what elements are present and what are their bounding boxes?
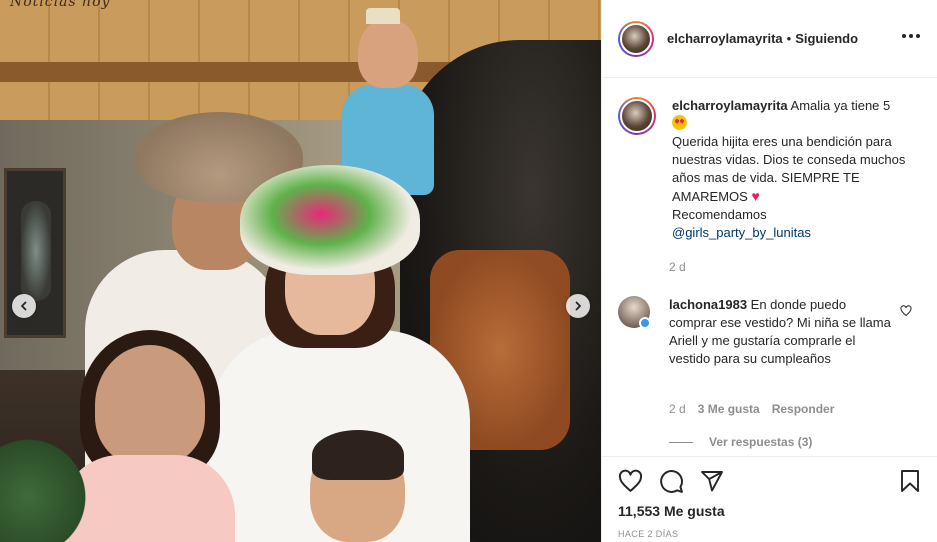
photo-girl-head xyxy=(95,345,205,465)
comment-like-button[interactable] xyxy=(900,304,912,322)
caption-mention-link[interactable]: @girls_party_by_lunitas xyxy=(672,225,811,240)
comments-section[interactable]: elcharroylamayrita Amalia ya tiene 5 Que… xyxy=(602,79,937,456)
red-heart-emoji-icon: ♥ xyxy=(751,188,760,204)
comment-item: lachona1983 En donde puedo comprar ese v… xyxy=(618,296,928,368)
photo-boy-hair xyxy=(312,430,404,480)
bookmark-icon xyxy=(901,470,919,492)
comment-icon xyxy=(659,469,683,493)
caption-recommend: Recomendamos xyxy=(672,207,767,222)
photo-girl-on-horse-head xyxy=(358,18,418,88)
more-horizontal-icon[interactable] xyxy=(902,34,920,38)
caption-text: elcharroylamayrita Amalia ya tiene 5 Que… xyxy=(672,97,922,242)
post-header: elcharroylamayrita • Siguiendo xyxy=(602,0,937,78)
comment-button[interactable] xyxy=(657,467,685,495)
view-replies-button[interactable]: Ver respuestas (3) xyxy=(669,435,812,449)
photo-crown xyxy=(366,8,400,24)
commenter-username-link[interactable]: lachona1983 xyxy=(669,297,747,312)
caption-timestamp[interactable]: 2 d xyxy=(669,260,686,274)
previous-photo-button[interactable] xyxy=(12,294,36,318)
post-timestamp[interactable]: HACE 2 DÍAS xyxy=(618,529,678,539)
caption-body: Querida hijita eres una bendición para n… xyxy=(672,134,906,204)
likes-count[interactable]: 11,553 Me gusta xyxy=(618,503,725,519)
author-username-link[interactable]: elcharroylamayrita xyxy=(667,31,783,46)
caption-username-link[interactable]: elcharroylamayrita xyxy=(672,98,788,113)
post-actions: 11,553 Me gusta HACE 2 DÍAS xyxy=(602,456,937,542)
author-avatar[interactable] xyxy=(618,20,654,57)
post-side-panel: elcharroylamayrita • Siguiendo elcharroy… xyxy=(601,0,937,542)
comment-text: lachona1983 En donde puedo comprar ese v… xyxy=(669,296,894,368)
caption-line1: Amalia ya tiene 5 xyxy=(790,98,891,113)
post-photo[interactable]: Noticias hoy xyxy=(0,0,601,542)
chevron-right-icon xyxy=(575,301,581,311)
caption-avatar[interactable] xyxy=(618,97,656,135)
heart-eyes-emoji-icon xyxy=(672,115,687,130)
share-button[interactable] xyxy=(698,467,726,495)
heart-outline-icon xyxy=(900,305,912,317)
save-button[interactable] xyxy=(896,467,924,495)
comment-meta: 2 d 3 Me gusta Responder xyxy=(669,402,834,416)
following-button[interactable]: Siguiendo xyxy=(795,31,858,46)
header-separator: • xyxy=(786,31,792,46)
post-caption: elcharroylamayrita Amalia ya tiene 5 Que… xyxy=(618,97,928,242)
heart-icon xyxy=(618,469,642,492)
photo-plant xyxy=(0,430,95,542)
send-icon xyxy=(701,471,723,492)
photo-watermark: Noticias hoy xyxy=(10,0,111,10)
next-photo-button[interactable] xyxy=(566,294,590,318)
like-button[interactable] xyxy=(616,467,644,495)
commenter-avatar[interactable] xyxy=(618,296,651,329)
reply-button[interactable]: Responder xyxy=(772,402,835,416)
comment-timestamp[interactable]: 2 d xyxy=(669,402,686,416)
comment-likes-count[interactable]: 3 Me gusta xyxy=(698,402,760,416)
photo-flower-hat xyxy=(240,165,420,275)
chevron-left-icon xyxy=(21,301,27,311)
